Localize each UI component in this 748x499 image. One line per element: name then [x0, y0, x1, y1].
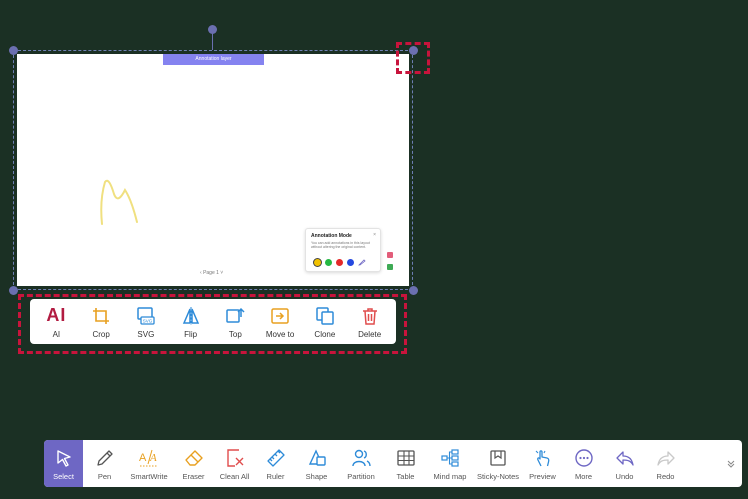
tool-redo[interactable]: Redo [646, 440, 685, 487]
tool-ruler[interactable]: Ruler [256, 440, 295, 487]
top-label: Top [228, 329, 242, 339]
svg-icon: SVG [137, 306, 155, 325]
tool-ruler-label: Ruler [266, 471, 285, 481]
svg-button[interactable]: SVG SVG [125, 305, 167, 339]
tool-select[interactable]: Select [44, 440, 83, 487]
tool-smartwrite-label: SmartWrite [130, 471, 168, 481]
tool-mind-map-label: Mind map [433, 471, 467, 481]
svg-label: SVG [137, 329, 155, 339]
svg-text:A: A [149, 452, 157, 464]
page-indicator[interactable]: ‹ Page 1 ˅ [200, 270, 223, 276]
eraser-icon [184, 449, 203, 466]
rotate-handle[interactable] [208, 25, 217, 34]
svg-text:A: A [139, 452, 147, 464]
tool-eraser[interactable]: Eraser [174, 440, 213, 487]
main-toolbar: Select Pen AA SmartWrite Eraser Clean Al… [44, 440, 742, 487]
move-to-label: Move to [265, 329, 295, 339]
tool-partition[interactable]: Partition [338, 440, 384, 487]
smartwrite-icon: AA [139, 449, 158, 466]
page-label: Page 1 [203, 270, 219, 276]
move-to-icon [271, 307, 289, 324]
flip-button[interactable]: Flip [170, 305, 212, 339]
sticky-notes-icon [490, 449, 506, 466]
preview-icon [535, 449, 549, 466]
tool-more-label: More [574, 471, 593, 481]
color-yellow[interactable] [314, 258, 321, 266]
tool-shape-label: Shape [305, 471, 328, 481]
redo-icon [656, 450, 675, 466]
partition-icon [352, 449, 371, 466]
chevron-down-icon[interactable] [726, 458, 736, 468]
tool-more[interactable]: More [564, 440, 603, 487]
ai-label: AI [52, 329, 61, 339]
shape-icon [308, 448, 326, 466]
tool-preview[interactable]: Preview [523, 440, 562, 487]
crop-label: Crop [92, 329, 110, 339]
flip-icon [182, 306, 199, 325]
annotation-title: Annotation Mode [311, 233, 352, 239]
tool-table[interactable]: Table [386, 440, 425, 487]
highlight-resize-corner [396, 42, 430, 74]
color-red[interactable] [336, 258, 343, 266]
crop-button[interactable]: Crop [80, 305, 122, 339]
tool-undo[interactable]: Undo [605, 440, 644, 487]
delete-icon [362, 307, 377, 325]
tool-partition-label: Partition [347, 471, 375, 481]
tool-table-label: Table [396, 471, 415, 481]
resize-handle-top-left[interactable] [9, 46, 18, 55]
ruler-icon [266, 448, 285, 467]
context-toolbar: AI AI Crop SVG SVG Flip Top Move to Clon… [30, 299, 396, 344]
note-icon[interactable] [387, 252, 393, 258]
tool-clean-all[interactable]: Clean All [215, 440, 254, 487]
clone-icon [316, 306, 334, 325]
layer-tag: Annotation layer [163, 54, 264, 65]
tool-eraser-label: Eraser [182, 471, 205, 481]
top-icon [226, 307, 245, 323]
flip-label: Flip [184, 329, 198, 339]
delete-button[interactable]: Delete [349, 305, 391, 339]
tool-smartwrite[interactable]: AA SmartWrite [126, 440, 172, 487]
close-icon[interactable]: × [373, 232, 376, 238]
tool-pen[interactable]: Pen [85, 440, 124, 487]
clean-all-icon [226, 448, 243, 467]
tool-undo-label: Undo [615, 471, 634, 481]
image-icon[interactable] [387, 264, 393, 270]
color-blue[interactable] [347, 258, 354, 266]
pen-icon [96, 449, 113, 466]
ai-icon: AI [46, 305, 67, 325]
tool-shape[interactable]: Shape [297, 440, 336, 487]
crop-icon [93, 307, 110, 324]
annotation-mode-popup: Annotation Mode × You can add annotation… [305, 228, 381, 272]
chevron-down-icon[interactable]: ˅ [219, 270, 223, 276]
tool-sticky-notes-label: Sticky-Notes [476, 471, 520, 481]
resize-handle-bottom-left[interactable] [9, 286, 18, 295]
svg-text:SVG: SVG [143, 318, 153, 323]
table-icon [396, 449, 415, 466]
tool-sticky-notes[interactable]: Sticky-Notes [475, 440, 521, 487]
tool-mind-map[interactable]: Mind map [427, 440, 473, 487]
color-swatches [314, 258, 366, 266]
move-to-button[interactable]: Move to [259, 305, 301, 339]
cursor-icon [56, 449, 71, 467]
delete-label: Delete [358, 329, 382, 339]
tool-select-label: Select [53, 471, 74, 481]
resize-handle-bottom-right[interactable] [409, 286, 418, 295]
tool-redo-label: Redo [656, 471, 675, 481]
mind-map-icon [441, 448, 459, 467]
undo-icon [615, 450, 634, 466]
tool-clean-all-label: Clean All [219, 471, 250, 481]
annotation-description: You can add annotations in this layout w… [311, 241, 370, 249]
tool-pen-label: Pen [97, 471, 112, 481]
clone-label: Clone [314, 329, 336, 339]
ai-button[interactable]: AI AI [35, 305, 77, 339]
clone-button[interactable]: Clone [304, 305, 346, 339]
tool-preview-label: Preview [529, 471, 556, 481]
color-green[interactable] [325, 258, 332, 266]
more-icon [574, 448, 593, 467]
top-button[interactable]: Top [214, 305, 256, 339]
pen-settings-icon[interactable] [358, 258, 366, 266]
